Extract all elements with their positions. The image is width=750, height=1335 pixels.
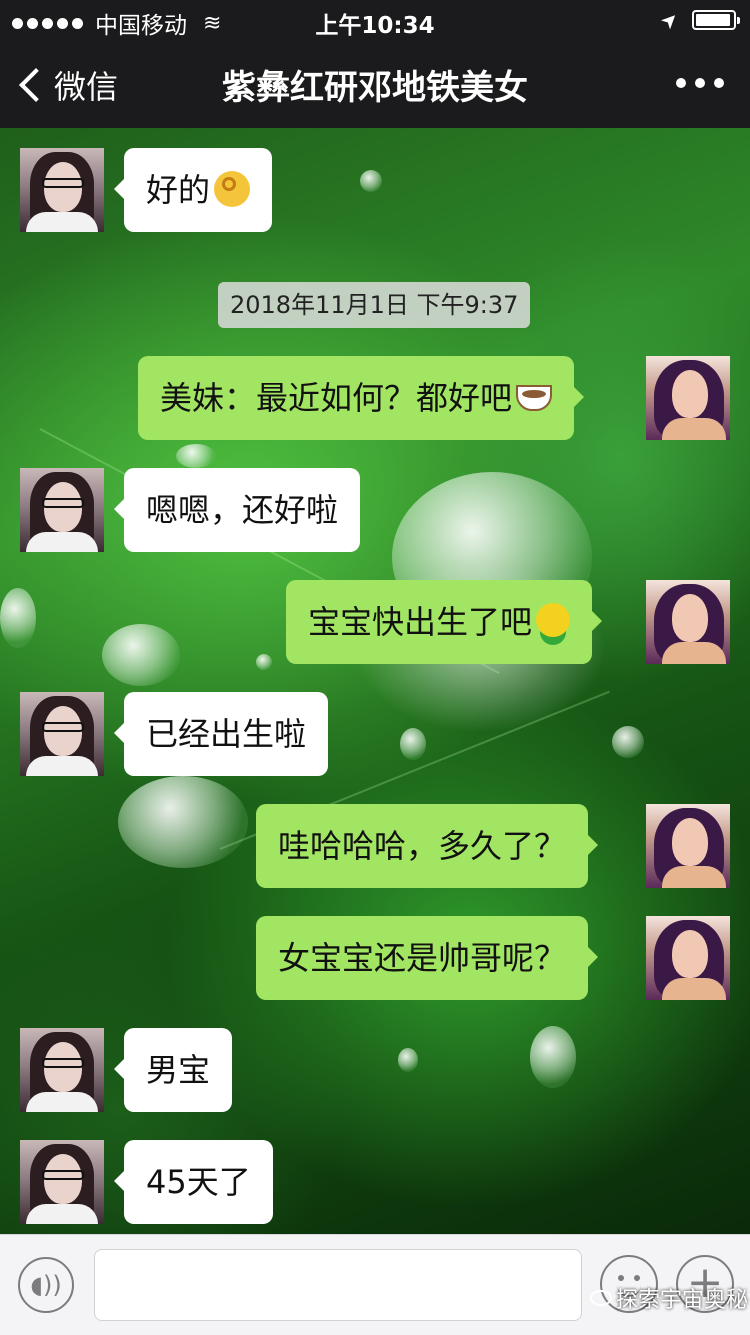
- wechat-logo-icon: [590, 1290, 612, 1306]
- my-message-bubble[interactable]: 宝宝快出生了吧: [286, 580, 603, 664]
- my-message-bubble[interactable]: 哇哈哈哈，多久了？: [256, 804, 599, 888]
- status-bar: 中国移动 ≋ 上午10:34 ➤: [0, 0, 750, 40]
- water-drop: [398, 1048, 418, 1072]
- my-avatar[interactable]: [646, 804, 730, 888]
- smiley-figure-emoji: [536, 603, 571, 637]
- battery-icon: [692, 10, 740, 30]
- status-right: ➤: [655, 6, 740, 34]
- friend-message-bubble[interactable]: 45天了: [114, 1140, 273, 1224]
- status-time: 上午10:34: [315, 13, 435, 39]
- my-avatar[interactable]: [646, 356, 730, 440]
- water-drop: [176, 444, 216, 468]
- message-text: 嗯嗯，还好啦: [146, 491, 339, 529]
- voice-icon[interactable]: ◖)): [18, 1257, 74, 1313]
- friend-message-bubble[interactable]: 男宝: [113, 1028, 233, 1112]
- friend-avatar[interactable]: [20, 1140, 104, 1224]
- ok-hand-emoji: [214, 171, 251, 207]
- friend-message-bubble[interactable]: 已经出生啦: [113, 692, 329, 776]
- my-avatar[interactable]: [646, 580, 730, 664]
- water-drop: [530, 1026, 576, 1088]
- more-options-button[interactable]: [676, 78, 724, 88]
- friend-avatar[interactable]: [20, 692, 104, 776]
- more-dot-icon: [714, 78, 724, 88]
- chat-nav-bar: 微信 紫彝红研邓地铁美女: [0, 40, 750, 128]
- friend-message-bubble[interactable]: 嗯嗯，还好啦: [113, 468, 361, 552]
- message-text: 女宝宝还是帅哥呢？: [278, 939, 567, 977]
- water-drop: [118, 776, 248, 868]
- message-text: 宝宝快出生了吧: [308, 603, 533, 641]
- my-message-bubble[interactable]: 美妹：最近如何？都好吧: [138, 356, 585, 440]
- message-text: 美妹：最近如何？都好吧: [160, 379, 513, 417]
- friend-message-bubble[interactable]: 好的: [113, 148, 273, 232]
- friend-avatar[interactable]: [20, 468, 104, 552]
- water-drop: [612, 726, 644, 758]
- friend-avatar[interactable]: [20, 1028, 104, 1112]
- my-avatar[interactable]: [646, 916, 730, 1000]
- watermark: 探索宇宙奥秘: [590, 1282, 748, 1314]
- water-drop: [400, 728, 426, 760]
- message-text: 男宝: [146, 1051, 211, 1089]
- tea-cup-emoji: [516, 385, 553, 411]
- message-text: 好的: [146, 171, 211, 209]
- my-message-bubble[interactable]: 女宝宝还是帅哥呢？: [256, 916, 599, 1000]
- friend-avatar[interactable]: [20, 148, 104, 232]
- message-text: 45天了: [146, 1163, 251, 1201]
- water-drop: [360, 170, 382, 192]
- chat-timestamp: 2018年11月1日 下午9:37: [218, 282, 531, 328]
- message-text-input[interactable]: [94, 1249, 582, 1321]
- water-drop: [256, 654, 272, 670]
- water-drop: [102, 624, 180, 686]
- message-text: 已经出生啦: [146, 715, 307, 753]
- more-dot-icon: [695, 78, 705, 88]
- message-text: 哇哈哈哈，多久了？: [278, 827, 567, 865]
- battery-fill: [696, 14, 731, 26]
- more-dot-icon: [676, 78, 686, 88]
- watermark-text: 探索宇宙奥秘: [616, 1288, 749, 1313]
- chat-title: 紫彝红研邓地铁美女: [222, 68, 528, 108]
- water-drop: [0, 588, 36, 648]
